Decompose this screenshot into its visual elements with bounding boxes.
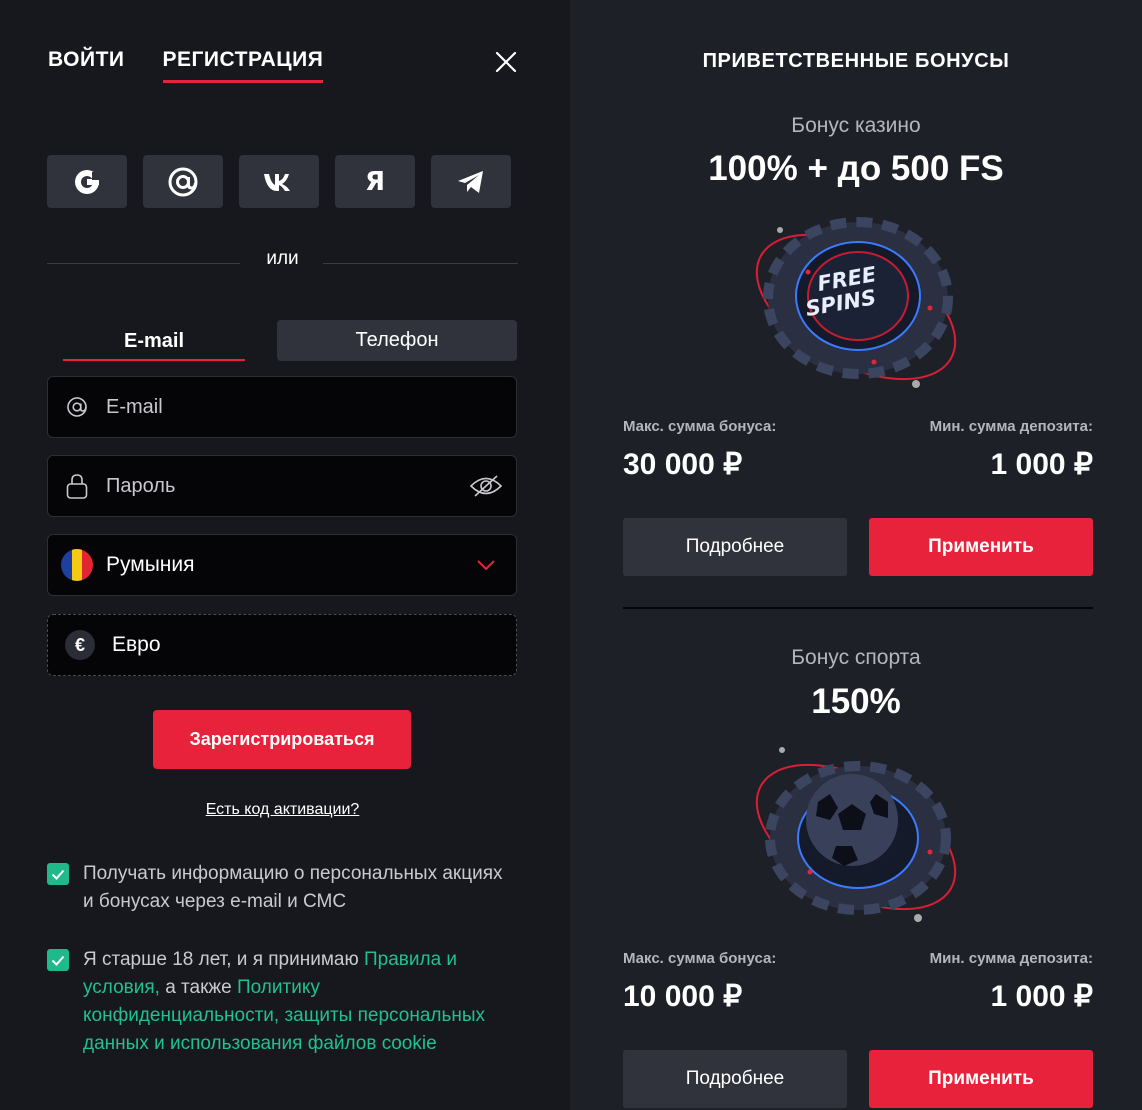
- bonus-separator: [623, 607, 1093, 609]
- bonuses-title: ПРИВЕТСТВЕННЫЕ БОНУСЫ: [702, 50, 1010, 72]
- close-icon[interactable]: [493, 49, 519, 75]
- sport-max-bonus-label: Макс. сумма бонуса:: [623, 950, 777, 967]
- sport-bonus-value: 150%: [811, 682, 901, 721]
- chevron-down-icon: [477, 560, 495, 571]
- country-value: Румыния: [106, 553, 195, 576]
- sport-chip-image: [755, 747, 957, 922]
- country-dropdown-toggle[interactable]: [456, 559, 516, 571]
- email-input[interactable]: [106, 395, 516, 419]
- casino-max-bonus-amount: 30 000 ₽: [623, 448, 743, 481]
- activation-code-link[interactable]: Есть код активации?: [206, 801, 360, 818]
- euro-icon: €: [65, 630, 95, 660]
- consent-age-prefix: Я старше 18 лет, и я принимаю: [83, 949, 364, 970]
- registration-modal: ВОЙТИ РЕГИСТРАЦИЯ Я или E-mail Телефон E…: [0, 0, 1142, 1110]
- casino-min-deposit-label: Мин. сумма депозита:: [929, 418, 1093, 435]
- casino-min-deposit-amount: 1 000 ₽: [990, 448, 1094, 481]
- tab-phone[interactable]: Телефон: [277, 320, 517, 361]
- eye-off-icon: [469, 475, 503, 497]
- yandex-login-button[interactable]: Я: [335, 155, 415, 208]
- at-icon: [67, 397, 87, 417]
- romania-flag-icon: [61, 549, 93, 581]
- sport-max-bonus-amount: 10 000 ₽: [623, 980, 743, 1013]
- google-icon: [75, 169, 101, 194]
- sport-min-deposit-amount: 1 000 ₽: [990, 980, 1094, 1013]
- tab-login[interactable]: ВОЙТИ: [48, 48, 125, 83]
- consent-age-middle: а также: [159, 977, 237, 998]
- or-divider: или: [47, 248, 518, 272]
- password-input[interactable]: [106, 474, 456, 498]
- auth-tabs: ВОЙТИ РЕГИСТРАЦИЯ: [48, 48, 324, 83]
- sport-min-deposit-label: Мин. сумма депозита:: [929, 950, 1093, 967]
- vk-icon: [264, 173, 290, 191]
- social-login-buttons: Я: [47, 155, 511, 208]
- lock-icon: [66, 474, 88, 499]
- email-field: [47, 376, 517, 438]
- register-method-tabs: E-mail Телефон: [63, 320, 517, 362]
- consent-promo-checkbox[interactable]: [47, 863, 69, 885]
- telegram-icon: [458, 170, 483, 193]
- currency-value: Евро: [112, 633, 161, 656]
- sport-bonus-label: Бонус спорта: [791, 646, 921, 669]
- casino-apply-button[interactable]: Применить: [869, 518, 1093, 576]
- toggle-password-visibility[interactable]: [456, 473, 516, 499]
- casino-max-bonus-label: Макс. сумма бонуса:: [623, 418, 777, 435]
- consent-promo-row: Получать информацию о персональных акция…: [47, 860, 517, 916]
- at-icon: [168, 167, 198, 196]
- consent-age-checkbox[interactable]: [47, 949, 69, 971]
- tab-email[interactable]: E-mail: [63, 320, 245, 361]
- casino-more-button[interactable]: Подробнее: [623, 518, 847, 576]
- sport-more-button[interactable]: Подробнее: [623, 1050, 847, 1108]
- free-spins-chip-image: FREE SPINS: [755, 217, 957, 388]
- consent-promo-text: Получать информацию о персональных акция…: [83, 863, 503, 912]
- activation-code-row: Есть код активации?: [0, 801, 565, 819]
- checkmark-icon: [51, 869, 65, 880]
- casino-bonus-value: 100% + до 500 FS: [708, 149, 1004, 188]
- divider-line-right: [323, 263, 518, 264]
- google-login-button[interactable]: [47, 155, 127, 208]
- auth-panel: ВОЙТИ РЕГИСТРАЦИЯ Я или E-mail Телефон E…: [0, 0, 570, 1110]
- casino-bonus-label: Бонус казино: [791, 114, 921, 137]
- consent-age-row: Я старше 18 лет, и я принимаю Правила и …: [47, 946, 517, 1058]
- register-button[interactable]: Зарегистрироваться: [153, 710, 411, 769]
- checkmark-icon: [51, 955, 65, 966]
- password-field: [47, 455, 517, 517]
- vk-login-button[interactable]: [239, 155, 319, 208]
- email-login-button[interactable]: [143, 155, 223, 208]
- bonuses-panel: ПРИВЕТСТВЕННЫЕ БОНУСЫ Бонус казино 100% …: [570, 0, 1142, 1110]
- consent-age-text: Я старше 18 лет, и я принимаю Правила и …: [83, 946, 517, 1058]
- telegram-login-button[interactable]: [431, 155, 511, 208]
- yandex-icon: Я: [364, 166, 386, 197]
- tab-register[interactable]: РЕГИСТРАЦИЯ: [162, 48, 324, 83]
- currency-field: € Евро: [47, 614, 517, 676]
- or-label: или: [266, 248, 299, 269]
- sport-apply-button[interactable]: Применить: [869, 1050, 1093, 1108]
- country-select[interactable]: Румыния: [47, 534, 517, 596]
